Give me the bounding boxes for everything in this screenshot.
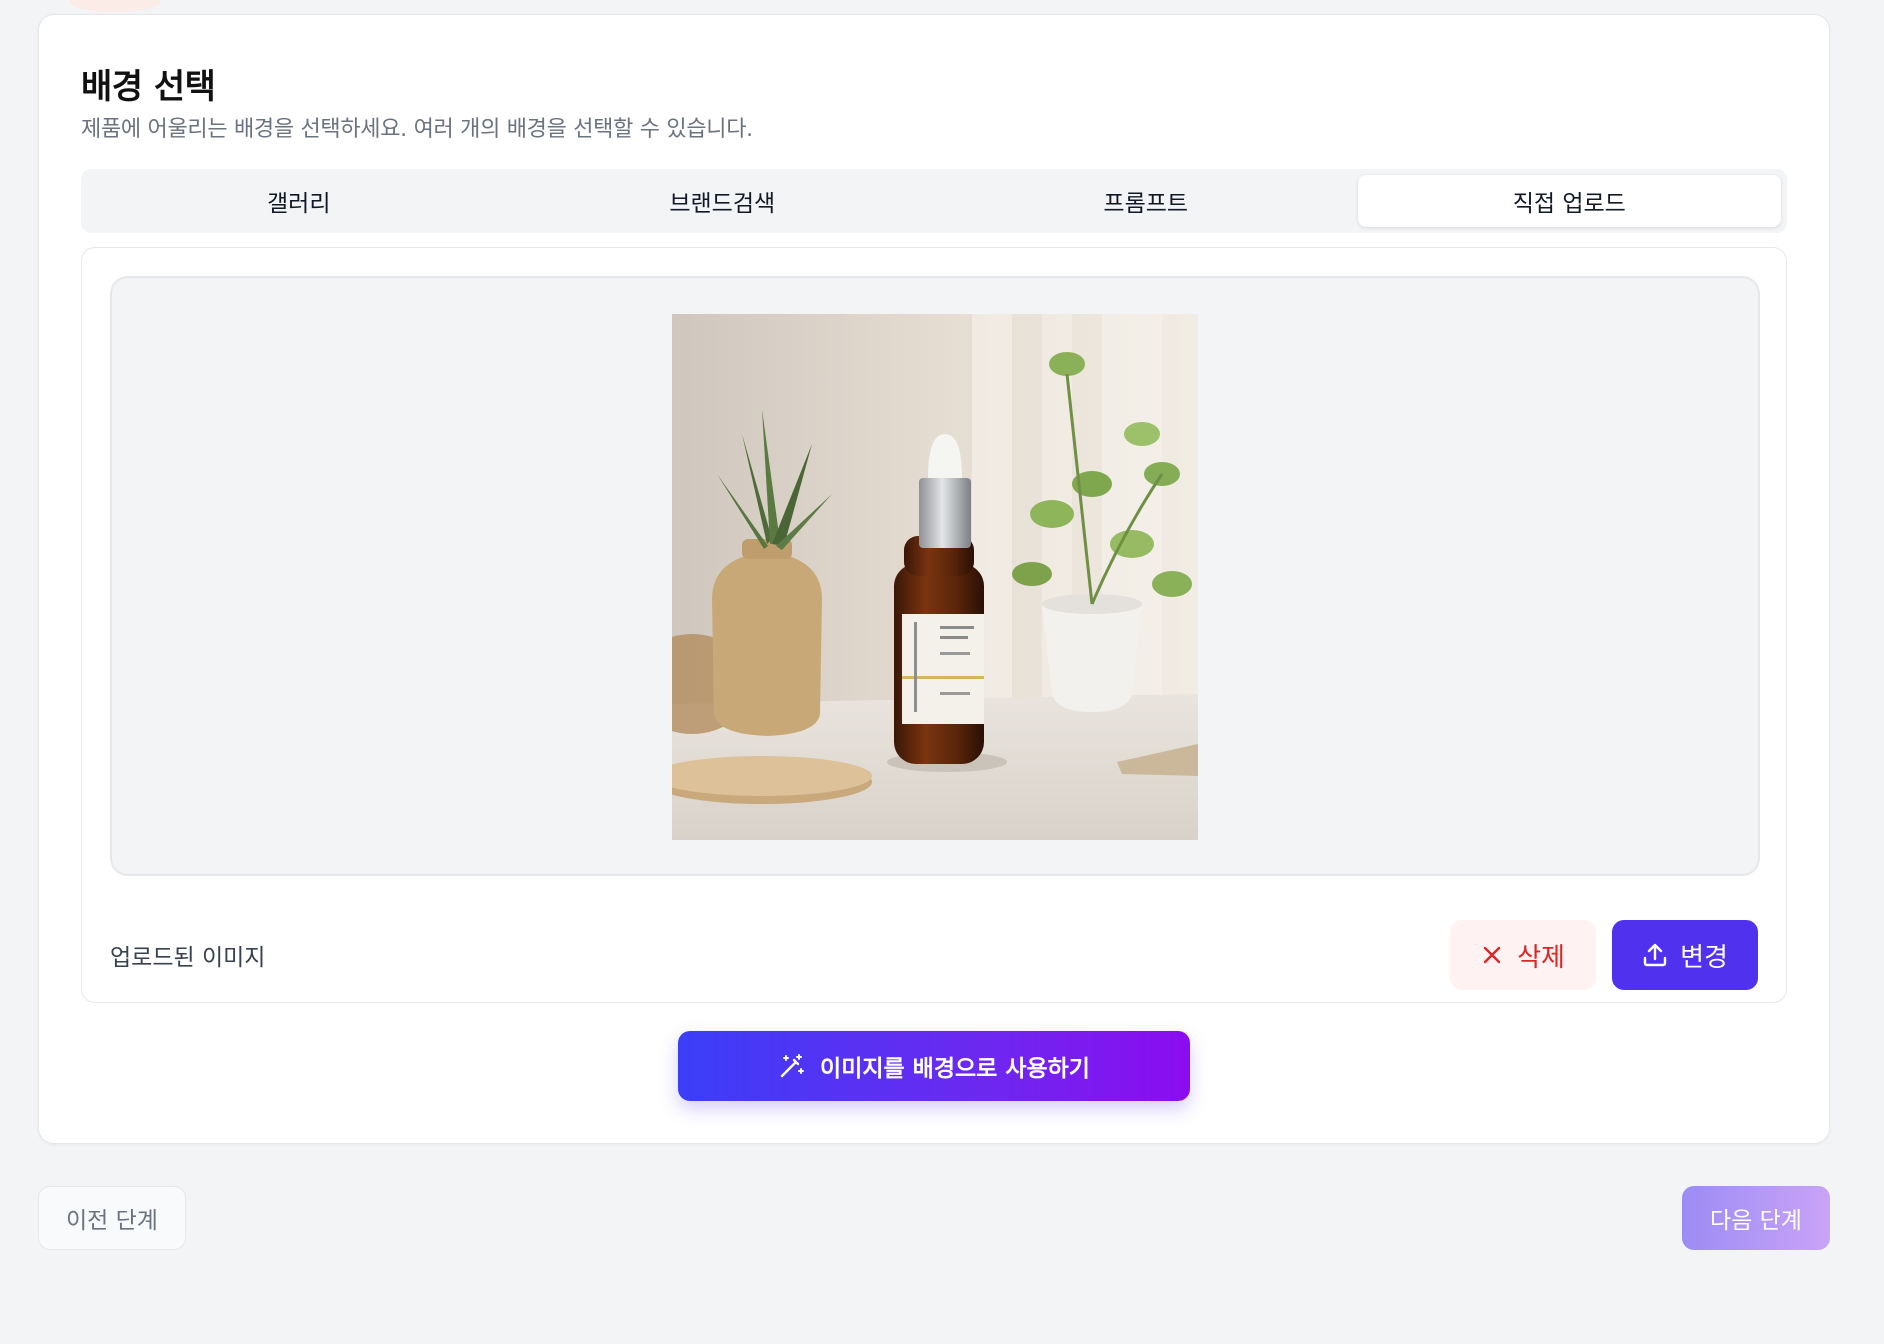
uploaded-image	[672, 314, 1198, 840]
section-subtitle: 제품에 어울리는 배경을 선택하세요. 여러 개의 배경을 선택할 수 있습니다…	[81, 117, 753, 142]
delete-button[interactable]: 삭제	[1450, 920, 1596, 990]
change-button[interactable]: 변경	[1612, 920, 1758, 990]
use-as-background-label: 이미지를 배경으로 사용하기	[820, 1056, 1090, 1082]
delete-button-label: 삭제	[1517, 942, 1565, 973]
close-icon	[1481, 944, 1503, 966]
image-preview-area	[110, 276, 1760, 876]
section-title: 배경 선택	[81, 67, 216, 107]
upload-icon	[1642, 942, 1668, 968]
source-tabs: 갤러리 브랜드검색 프롬프트 직접 업로드	[81, 169, 1787, 233]
tab-brand-search[interactable]: 브랜드검색	[511, 175, 935, 227]
tab-prompt[interactable]: 프롬프트	[934, 175, 1358, 227]
upload-panel: 업로드된 이미지 삭제 변경	[81, 247, 1787, 1003]
tab-gallery[interactable]: 갤러리	[87, 175, 511, 227]
background-selection-card: 배경 선택 제품에 어울리는 배경을 선택하세요. 여러 개의 배경을 선택할 …	[38, 14, 1830, 1144]
change-button-label: 변경	[1680, 942, 1728, 973]
use-as-background-button[interactable]: 이미지를 배경으로 사용하기	[678, 1031, 1190, 1101]
previous-step-button[interactable]: 이전 단계	[38, 1186, 186, 1250]
next-step-button[interactable]: 다음 단계	[1682, 1186, 1830, 1250]
top-decoration	[70, 0, 160, 12]
tab-direct-upload[interactable]: 직접 업로드	[1357, 175, 1781, 227]
magic-wand-icon	[778, 1052, 806, 1080]
uploaded-image-label: 업로드된 이미지	[110, 945, 266, 971]
